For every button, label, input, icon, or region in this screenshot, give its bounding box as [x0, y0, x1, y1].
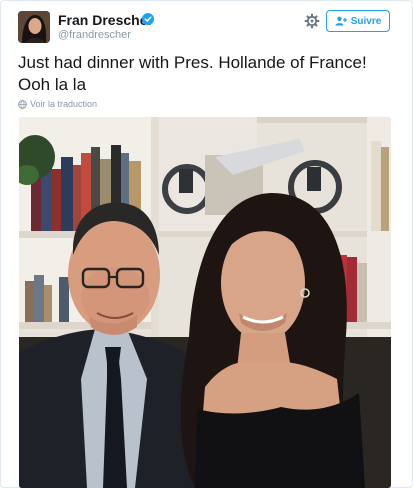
add-person-icon — [335, 16, 347, 26]
tweet-text: Just had dinner with Pres. Hollande of F… — [18, 53, 367, 94]
author-handle[interactable]: @frandrescher — [58, 29, 131, 41]
tweet-card: Fran Drescher @frandrescher Suivre Just … — [0, 0, 413, 488]
follow-label: Suivre — [350, 15, 382, 27]
follow-button[interactable]: Suivre — [326, 10, 390, 32]
gear-icon[interactable] — [304, 13, 320, 29]
author-name[interactable]: Fran Drescher — [58, 12, 153, 28]
globe-icon — [18, 99, 27, 109]
dinner-photo-image — [19, 117, 391, 488]
translate-link[interactable]: Voir la traduction — [18, 99, 97, 109]
verified-badge-icon — [142, 13, 154, 25]
translate-label: Voir la traduction — [30, 99, 98, 109]
tweet-photo[interactable] — [19, 117, 391, 488]
author-avatar[interactable] — [18, 11, 50, 43]
